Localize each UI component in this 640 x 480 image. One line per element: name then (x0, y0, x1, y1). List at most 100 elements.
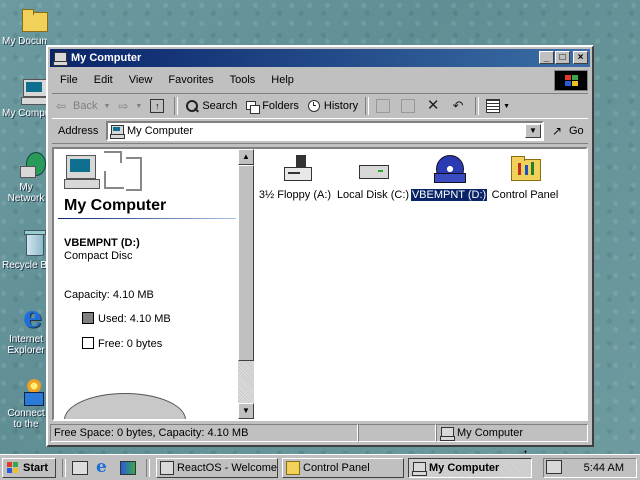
computer-icon (440, 426, 455, 441)
back-label: Back (73, 100, 98, 112)
go-button[interactable]: ↗ Go (552, 121, 584, 141)
desktop: My Documents My Computer My Network Plac… (0, 0, 640, 480)
file-item-control-panel[interactable]: Control Panel (486, 153, 564, 202)
windows-flag-icon (6, 461, 20, 475)
free-swatch (82, 337, 94, 349)
desktop-icon-label: Recycle Bin (2, 260, 47, 271)
window-title: My Computer (71, 52, 142, 64)
up-folder-button[interactable]: ↑ (146, 95, 171, 117)
scroll-thumb[interactable] (238, 165, 254, 361)
chevron-down-icon: ▼ (135, 102, 143, 110)
file-item-cd-drive[interactable]: VBEMPNT (D:) (409, 153, 489, 202)
go-arrow-icon: ↗ (552, 124, 563, 138)
clock[interactable]: 5:44 AM (584, 462, 624, 474)
menu-tools[interactable]: Tools (222, 74, 264, 86)
disk-usage-pie (64, 393, 186, 419)
toolbar-separator (174, 97, 179, 115)
maximize-button[interactable]: □ (555, 51, 570, 64)
forward-button[interactable]: ⇨ ▼ (114, 95, 146, 117)
start-button[interactable]: Start (2, 458, 56, 478)
move-to-button[interactable] (372, 95, 397, 117)
close-button[interactable]: × (573, 51, 588, 64)
my-computer-window: My Computer _ □ × File Edit View Favorit… (46, 45, 594, 447)
title-bar[interactable]: My Computer _ □ × (50, 49, 590, 67)
quick-launch-channels-icon[interactable] (120, 461, 136, 475)
computer-icon (18, 76, 49, 106)
menu-bar: File Edit View Favorites Tools Help (52, 70, 552, 90)
taskbar: Start e ReactOS - Welcome Control Panel … (0, 454, 640, 480)
delete-icon: ✕ (426, 97, 440, 114)
file-item-floppy[interactable]: 3½ Floppy (A:) (256, 153, 334, 202)
file-label: Local Disk (C:) (336, 189, 410, 201)
windows-logo (554, 70, 588, 91)
views-button[interactable]: ▼ (482, 95, 514, 117)
computer-icon (110, 124, 125, 139)
history-icon (307, 99, 321, 113)
copy-to-button[interactable] (397, 95, 422, 117)
content-area: My Computer VBEMPNT (D:) Compact Disc Ca… (52, 147, 588, 421)
status-empty-1 (358, 424, 436, 442)
move-to-icon (376, 99, 391, 113)
file-item-local-disk[interactable]: Local Disk (C:) (334, 153, 412, 202)
quick-launch-desktop-icon[interactable] (72, 461, 88, 475)
capacity-text: Capacity: 4.10 MB (64, 289, 154, 301)
info-pane-scrollbar[interactable]: ▲ ▼ (238, 149, 254, 419)
history-button[interactable]: History (303, 95, 362, 117)
menu-help[interactable]: Help (263, 74, 302, 86)
desktop-icon-label: Internet Explorer (7, 334, 45, 356)
task-button-reactos-welcome[interactable]: ReactOS - Welcome (156, 458, 278, 478)
address-value: My Computer (127, 125, 194, 137)
up-folder-icon: ↑ (150, 99, 165, 113)
menu-edit[interactable]: Edit (86, 74, 121, 86)
used-text: Used: 4.10 MB (98, 313, 171, 325)
quick-launch-separator (62, 459, 66, 477)
folder-icon (18, 4, 48, 34)
menu-favorites[interactable]: Favorites (160, 74, 221, 86)
floppy-drive-icon (278, 153, 312, 185)
go-label: Go (569, 125, 584, 137)
cd-drive-icon (432, 153, 466, 185)
drive-name: VBEMPNT (D:) (64, 237, 140, 249)
quick-launch-ie-icon[interactable]: e (96, 457, 107, 477)
menu-view[interactable]: View (121, 74, 161, 86)
address-dropdown-button[interactable]: ▼ (525, 124, 541, 138)
drive-type: Compact Disc (64, 250, 133, 262)
task-button-my-computer[interactable]: My Computer (408, 458, 532, 478)
search-button[interactable]: Search (181, 95, 241, 117)
network-icon (18, 150, 48, 180)
desktop-icon-label: My Computer (2, 108, 47, 119)
control-panel-icon (286, 461, 300, 475)
task-button-control-panel[interactable]: Control Panel (282, 458, 404, 478)
chevron-down-icon: ▼ (103, 102, 111, 110)
scroll-down-button[interactable]: ▼ (238, 403, 254, 419)
history-label: History (323, 100, 359, 112)
search-icon (185, 99, 200, 113)
delete-button[interactable]: ✕ (422, 95, 447, 117)
pane-title: My Computer (64, 197, 167, 214)
desktop-icon-label: My Network Places (7, 182, 45, 204)
back-button[interactable]: ⇦ Back ▼ (52, 95, 114, 117)
menu-file[interactable]: File (52, 74, 86, 86)
free-text: Free: 0 bytes (98, 338, 163, 350)
file-label: VBEMPNT (D:) (409, 188, 489, 202)
scroll-up-button[interactable]: ▲ (238, 149, 254, 165)
minimize-button[interactable]: _ (539, 51, 554, 64)
desktop-icon-my-documents[interactable]: My Documents (2, 4, 64, 47)
toolbar: ⇦ Back ▼ ⇨ ▼ ↑ Search Folders History ✕ … (52, 93, 588, 119)
address-input[interactable]: My Computer ▼ (106, 121, 544, 141)
undo-button[interactable]: ↶ (447, 95, 472, 117)
system-tray: 5:44 AM (543, 458, 637, 478)
views-icon (486, 99, 501, 113)
file-label: Control Panel (491, 189, 559, 201)
reactos-icon (160, 461, 174, 475)
toolbar-separator (475, 97, 480, 115)
copy-to-icon (401, 99, 416, 113)
info-pane: My Computer VBEMPNT (D:) Compact Disc Ca… (54, 149, 238, 419)
status-bar: Free Space: 0 bytes, Capacity: 4.10 MB M… (50, 424, 590, 444)
file-label: 3½ Floppy (A:) (258, 189, 332, 201)
folders-button[interactable]: Folders (241, 95, 303, 117)
control-panel-icon (508, 153, 542, 185)
used-swatch (82, 312, 94, 324)
arrow-left-icon: ⇦ (56, 99, 67, 113)
address-bar: Address My Computer ▼ ↗ Go (52, 119, 588, 144)
